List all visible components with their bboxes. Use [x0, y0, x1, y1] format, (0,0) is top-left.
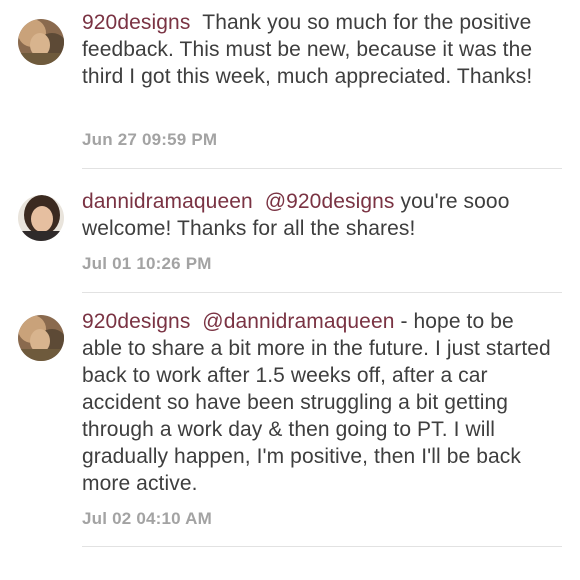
comment-body: dannidramaqueen @920designs you're sooo …: [82, 188, 552, 242]
avatar-image: [18, 315, 64, 361]
comment-divider: [82, 292, 562, 293]
comment-divider: [82, 168, 562, 169]
user-avatar[interactable]: [18, 195, 64, 241]
comment-username[interactable]: 920designs: [82, 11, 190, 34]
comment-body: 920designs @dannidramaqueen - hope to be…: [82, 308, 552, 497]
comment-mention[interactable]: @920designs: [265, 190, 395, 213]
comment-timestamp: Jun 27 09:59 PM: [82, 130, 218, 149]
comment-text: - hope to be able to share a bit more in…: [82, 310, 551, 495]
comment-timestamp: Jul 02 04:10 AM: [82, 509, 212, 528]
comment-body: 920designs Thank you so much for the pos…: [82, 9, 552, 90]
user-avatar[interactable]: [18, 315, 64, 361]
comment-divider: [82, 546, 562, 547]
comment-username[interactable]: 920designs: [82, 310, 190, 333]
user-avatar[interactable]: [18, 19, 64, 65]
comment-timestamp: Jul 01 10:26 PM: [82, 254, 212, 273]
avatar-image: [18, 195, 64, 241]
comment-username[interactable]: dannidramaqueen: [82, 190, 253, 213]
comment-mention[interactable]: @dannidramaqueen: [202, 310, 394, 333]
avatar-image: [18, 19, 64, 65]
